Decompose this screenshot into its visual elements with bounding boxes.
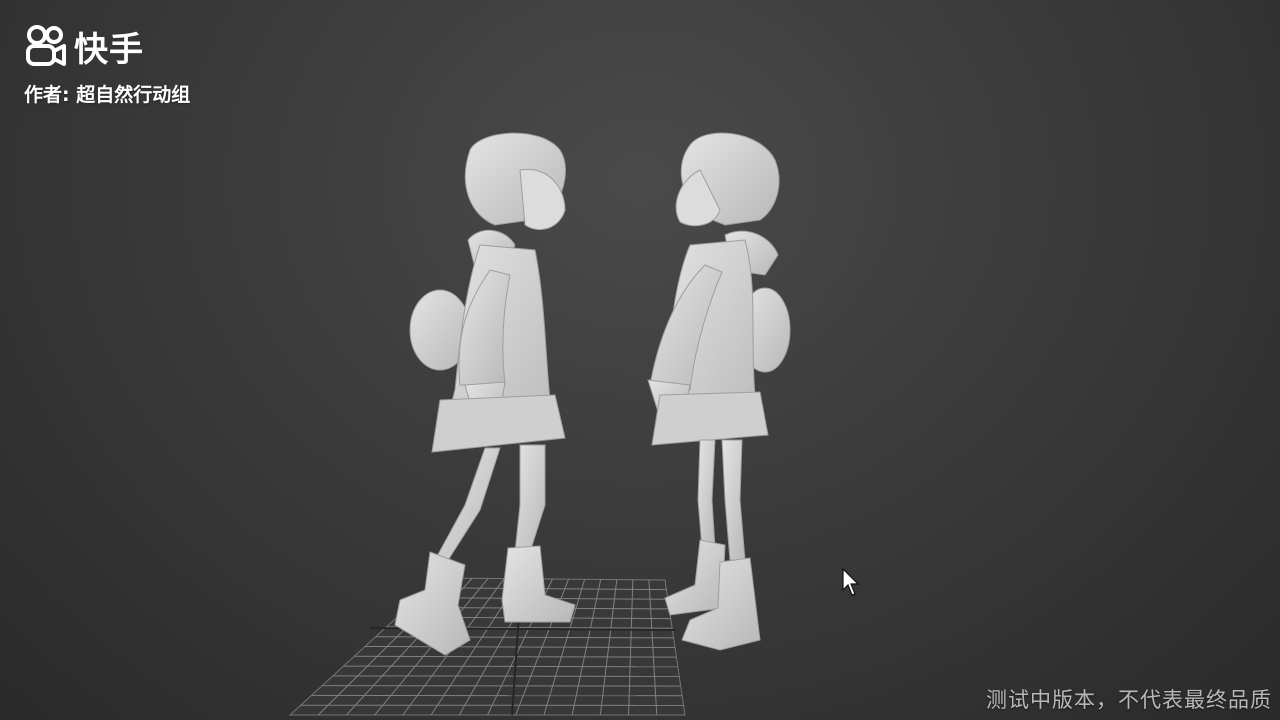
mouse-cursor-icon (842, 568, 860, 596)
brand-name: 快手 (74, 29, 144, 70)
watermark-logo: 快手 (24, 22, 144, 70)
character-left (394, 132, 576, 656)
author-label: 作者: 超自然行动组 (24, 84, 191, 106)
grid-line (332, 675, 680, 677)
scene-canvas (288, 132, 791, 716)
test-version-disclaimer: 测试中版本，不代表最终品质 (986, 688, 1272, 712)
kuaishou-logo-icon (26, 25, 66, 66)
floor-grid (288, 577, 686, 716)
3d-viewport[interactable]: 快手 作者: 超自然行动组 测试中版本，不代表最终品质 (0, 0, 1280, 720)
character-right (647, 132, 791, 651)
